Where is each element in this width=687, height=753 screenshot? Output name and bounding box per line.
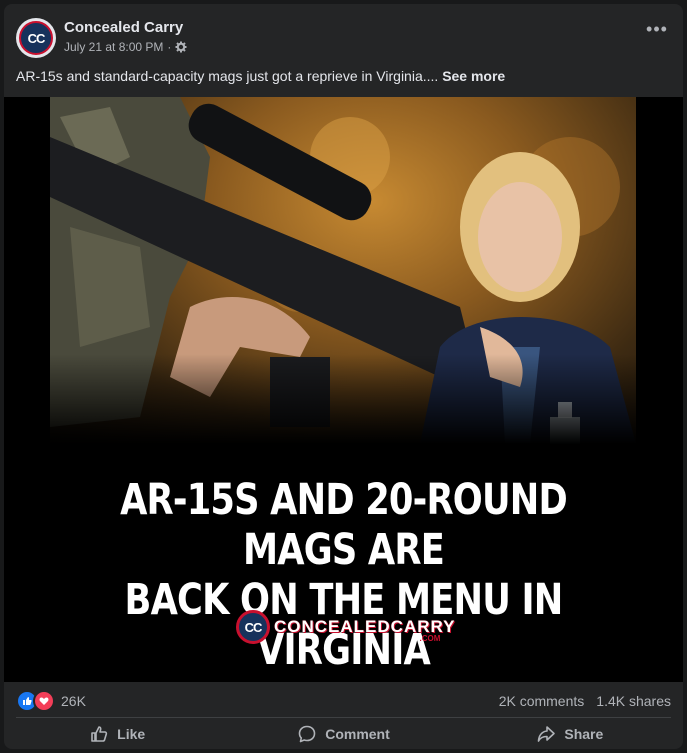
reaction-summary[interactable]: 26K [16, 690, 86, 712]
brand-logo: CC CONCEALEDCARRY .COM [236, 610, 455, 644]
like-label: Like [117, 725, 146, 742]
engagement-counts: 2K comments 1.4K shares [499, 693, 671, 709]
shares-count-link[interactable]: 1.4K shares [596, 693, 671, 709]
comments-count-link[interactable]: 2K comments [499, 693, 585, 709]
brand-badge-icon: CC [236, 610, 270, 644]
page-name-link[interactable]: Concealed Carry [64, 19, 183, 36]
comment-bubble-icon [298, 725, 316, 742]
post-timestamp[interactable]: July 21 at 8:00 PM [64, 40, 163, 54]
thumbs-up-icon [91, 725, 108, 742]
share-arrow-icon [538, 725, 556, 742]
comment-label: Comment [325, 725, 390, 742]
feed-post: CC Concealed Carry July 21 at 8:00 PM · … [4, 4, 683, 749]
post-caption: AR-15s and standard-capacity mags just g… [16, 68, 505, 84]
photo-rifle-and-woman [50, 97, 636, 444]
brand-domain: .COM [419, 633, 441, 643]
post-image[interactable]: AR-15S AND 20-ROUND MAGS ARE BACK ON THE… [4, 97, 683, 682]
reaction-count: 26K [61, 693, 86, 709]
avatar-logo: CC [19, 21, 53, 55]
like-button[interactable]: Like [4, 718, 230, 749]
reaction-icons [16, 690, 55, 712]
caption-text: AR-15s and standard-capacity mags just g… [16, 68, 439, 84]
see-more-link[interactable]: See more [442, 68, 505, 84]
headline-line-1: AR-15S AND 20-ROUND MAGS ARE [120, 475, 568, 575]
meta-separator: · [167, 40, 172, 54]
gear-icon [175, 41, 187, 53]
share-button[interactable]: Share [457, 718, 683, 749]
love-reaction-icon [33, 690, 55, 712]
photo-fade-overlay [50, 354, 636, 444]
post-meta: July 21 at 8:00 PM · [64, 40, 187, 54]
page-avatar[interactable]: CC [16, 18, 56, 58]
comment-button[interactable]: Comment [230, 718, 456, 749]
image-headline: AR-15S AND 20-ROUND MAGS ARE BACK ON THE… [65, 475, 622, 675]
post-actions-bar: Like Comment Share [4, 718, 683, 749]
more-options-button[interactable]: ••• [645, 20, 669, 42]
share-label: Share [564, 725, 604, 742]
